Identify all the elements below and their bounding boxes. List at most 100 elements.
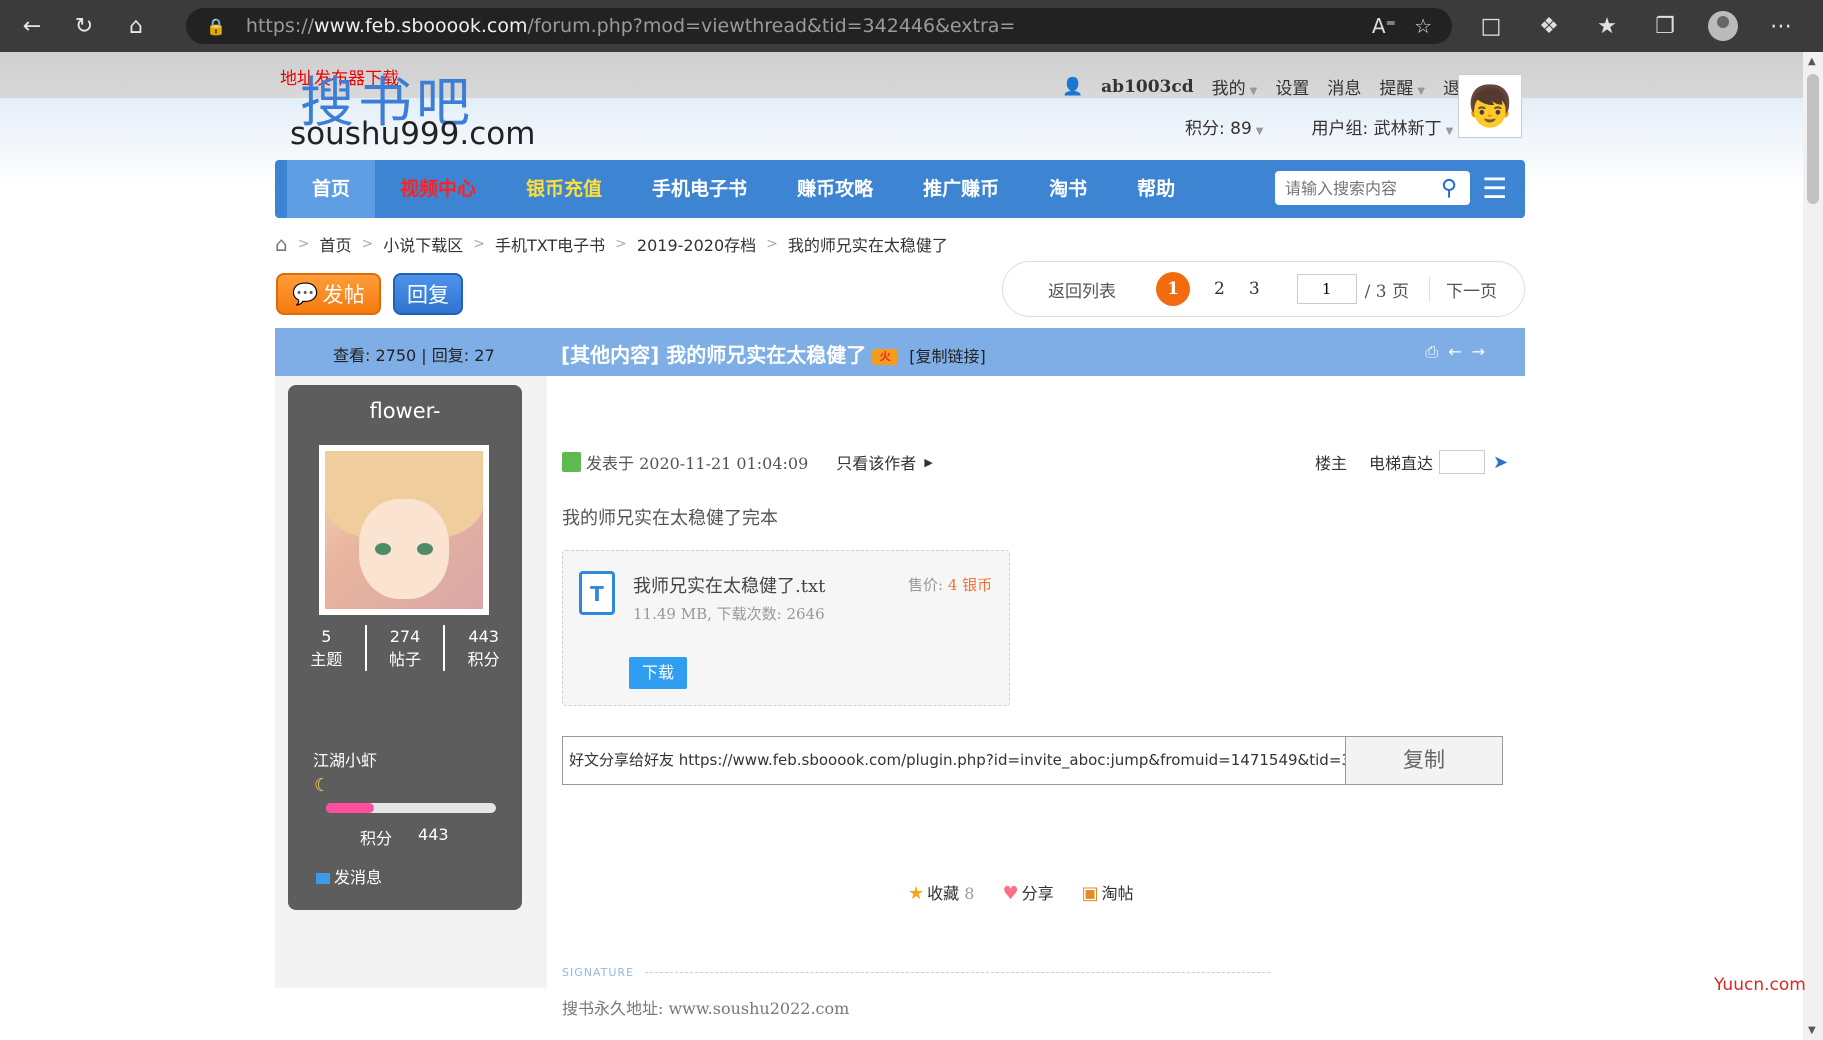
read-aloud-icon[interactable]: A⁼	[1372, 14, 1396, 38]
search-box: ⚲	[1275, 171, 1470, 205]
user-info: 积分: 89 ▼ 用户组: 武林新丁 ▼	[1185, 114, 1453, 139]
attachment-price: 售价: 4 银币	[908, 576, 993, 594]
url-text[interactable]: https://www.feb.sbooook.com/forum.php?mo…	[246, 15, 1015, 37]
browser-toolbar: ← ↻ ⌂ 🔒 https://www.feb.sbooook.com/foru…	[0, 0, 1823, 52]
stat-threads[interactable]: 5 主题	[288, 625, 365, 671]
user-group[interactable]: 用户组: 武林新丁 ▼	[1311, 114, 1453, 139]
chat-icon: 💬	[292, 281, 319, 306]
page-total: / 3 页	[1364, 281, 1410, 302]
favorites-icon[interactable]: ★	[1589, 8, 1625, 44]
nav-video[interactable]: 视频中心	[375, 160, 501, 218]
more-icon[interactable]: ⋯	[1763, 8, 1799, 44]
site-logo-domain[interactable]: soushu999.com	[290, 116, 535, 152]
copy-link-button[interactable]: [复制链接]	[909, 347, 986, 366]
star-icon: ★	[908, 883, 925, 904]
pagination: 返回列表 1 2 3 / 3 页 下一页	[1002, 261, 1525, 317]
scroll-up-icon[interactable]: ▲	[1808, 56, 1816, 67]
reply-button[interactable]: 回复	[393, 273, 463, 315]
menu-mine[interactable]: 我的 ▼	[1212, 74, 1258, 99]
page-number-input[interactable]	[1296, 274, 1357, 304]
copy-button[interactable]: 复制	[1346, 737, 1502, 784]
stat-posts[interactable]: 274 帖子	[364, 625, 444, 671]
menu-reminders[interactable]: 提醒 ▼	[1379, 74, 1425, 99]
hot-icon: 火	[872, 348, 899, 365]
taotie-button[interactable]: ▣ 淘帖	[1082, 880, 1134, 904]
menu-settings[interactable]: 设置	[1275, 74, 1309, 99]
stat-points[interactable]: 443 积分	[443, 625, 522, 671]
user-menu: 👤 ab1003cd 我的▼ 设置 消息 提醒▼ 退出	[1062, 74, 1477, 100]
floor-jump-input[interactable]	[1439, 450, 1486, 474]
signature-label: SIGNATURE	[562, 966, 635, 979]
send-message-link[interactable]: 发消息	[316, 864, 382, 888]
breadcrumb-item[interactable]: 首页	[319, 232, 351, 256]
extensions-icon[interactable]: ❖	[1531, 8, 1567, 44]
profile-avatar[interactable]	[1705, 8, 1741, 44]
username-link[interactable]: ab1003cd	[1101, 77, 1193, 97]
breadcrumb-item[interactable]: 2019-2020存档	[637, 232, 756, 256]
back-icon[interactable]: ←	[12, 6, 52, 46]
collections-icon[interactable]: ❐	[1647, 8, 1683, 44]
online-icon	[562, 452, 581, 472]
post-actions: ★ 收藏 8 ♥ 分享 ▣ 淘帖	[908, 880, 1134, 904]
address-bar-tools: A⁼ ☆	[1372, 14, 1432, 38]
search-input[interactable]	[1285, 178, 1435, 198]
next-page-link[interactable]: 下一页	[1429, 276, 1497, 302]
list-menu-icon[interactable]: ☰	[1482, 172, 1507, 206]
post-time: 发表于 2020-11-21 01:04:09	[586, 454, 809, 473]
user-avatar[interactable]: 👦	[1458, 74, 1522, 138]
moon-icon: ☾	[314, 775, 331, 796]
next-thread-icon[interactable]: →	[1472, 342, 1485, 362]
share-link-field[interactable]: 好文分享给好友 https://www.feb.sbooook.com/plug…	[563, 737, 1346, 784]
page-2-link[interactable]: 2	[1214, 279, 1225, 299]
add-favorite-icon[interactable]: ☆	[1414, 14, 1432, 38]
share-button[interactable]: ♥ 分享	[1002, 880, 1053, 904]
attachment-filename[interactable]: 我师兄实在太稳健了.txt	[633, 572, 825, 598]
reading-mode-icon[interactable]: □	[1473, 8, 1509, 44]
nav-items: 首页 视频中心 银币充值 手机电子书 赚币攻略 推广赚币 淘书 帮助	[287, 160, 1200, 218]
top-strip: 地址发布器下载	[0, 52, 1803, 98]
only-author-link[interactable]: 只看该作者	[836, 450, 916, 474]
user-points[interactable]: 积分: 89 ▼	[1185, 114, 1263, 139]
author-avatar[interactable]	[319, 445, 489, 615]
breadcrumb-item[interactable]: 小说下载区	[383, 232, 463, 256]
collection-icon: ▣	[1081, 883, 1099, 904]
post-meta: 发表于 2020-11-21 01:04:09 只看该作者 ▶	[562, 450, 933, 474]
new-post-button[interactable]: 💬 发帖	[276, 273, 381, 315]
author-points: 积分 443	[360, 825, 449, 848]
print-icon[interactable]: ⎙	[1425, 342, 1438, 362]
txt-file-icon: T	[579, 571, 615, 615]
download-button[interactable]: 下载	[629, 657, 687, 689]
nav-mobile-ebook[interactable]: 手机电子书	[627, 160, 772, 218]
floor-label: 楼主	[1315, 454, 1348, 473]
nav-recharge[interactable]: 银币充值	[501, 160, 627, 218]
author-rank: 江湖小虾	[313, 751, 378, 770]
favorite-button[interactable]: ★ 收藏 8	[908, 880, 974, 904]
page-1-current[interactable]: 1	[1156, 272, 1190, 306]
scroll-thumb[interactable]	[1807, 74, 1819, 204]
menu-messages[interactable]: 消息	[1327, 74, 1361, 99]
prev-thread-icon[interactable]: ←	[1448, 342, 1461, 362]
nav-home[interactable]: 首页	[287, 160, 376, 218]
back-to-list-link[interactable]: 返回列表	[1048, 277, 1116, 302]
author-name[interactable]: flower-	[288, 399, 522, 423]
scrollbar[interactable]: ▲ ▼	[1803, 52, 1823, 1040]
address-bar[interactable]: 🔒 https://www.feb.sbooook.com/forum.php?…	[186, 8, 1452, 44]
nav-help[interactable]: 帮助	[1112, 160, 1200, 218]
post-floor-tools: 楼主 电梯直达 ➤	[1315, 450, 1508, 474]
page-3-link[interactable]: 3	[1249, 279, 1260, 299]
scroll-down-icon[interactable]: ▼	[1808, 1025, 1816, 1036]
refresh-icon[interactable]: ↻	[64, 6, 104, 46]
envelope-icon	[316, 873, 330, 884]
nav-coin-guide[interactable]: 赚币攻略	[772, 160, 898, 218]
breadcrumb-item[interactable]: 我的师兄实在太稳健了	[788, 232, 948, 256]
home-icon[interactable]: ⌂	[275, 232, 288, 256]
home-icon[interactable]: ⌂	[116, 6, 156, 46]
author-card: flower- 5 主题 274 帖子 443 积分 江湖小虾 ☾ 积分 443 发消息	[288, 385, 522, 910]
nav-taoshu[interactable]: 淘书	[1024, 160, 1112, 218]
search-icon[interactable]: ⚲	[1441, 176, 1457, 201]
nav-promote[interactable]: 推广赚币	[898, 160, 1024, 218]
author-stats: 5 主题 274 帖子 443 积分	[288, 625, 522, 671]
share-box: 好文分享给好友 https://www.feb.sbooook.com/plug…	[562, 736, 1503, 785]
breadcrumb-item[interactable]: 手机TXT电子书	[495, 232, 605, 256]
jump-icon[interactable]: ➤	[1493, 452, 1508, 473]
